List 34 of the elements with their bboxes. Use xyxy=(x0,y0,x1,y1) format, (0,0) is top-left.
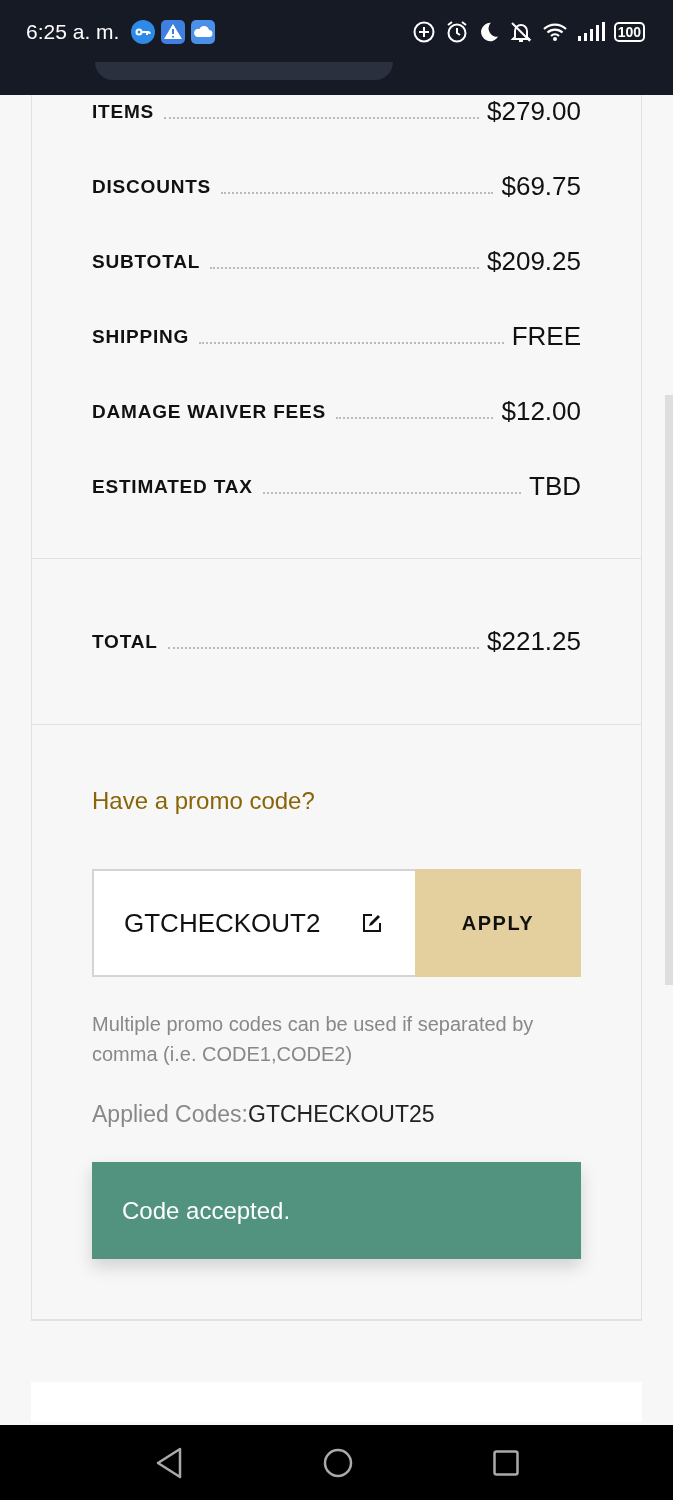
edit-icon xyxy=(361,912,383,934)
warning-icon xyxy=(161,20,186,44)
summary-value: $221.25 xyxy=(487,626,581,657)
promo-note: Multiple promo codes can be used if separated by comma (i.e. CODE1,CODE2) xyxy=(92,1012,535,1067)
recents-icon[interactable] xyxy=(492,1449,519,1476)
applied-codes-label: Applied Codes: xyxy=(92,1101,248,1127)
data-saver-icon xyxy=(411,20,436,44)
battery-icon: 100 xyxy=(613,22,645,42)
summary-value: $12.00 xyxy=(501,396,581,427)
applied-codes-value: GTCHECKOUT25 xyxy=(248,1101,435,1127)
summary-value: FREE xyxy=(511,321,581,352)
summary-label: ESTIMATED TAX xyxy=(92,476,253,499)
home-icon[interactable] xyxy=(322,1447,353,1478)
summary-label: SHIPPING xyxy=(92,326,190,349)
summary-label: TOTAL xyxy=(92,631,158,654)
summary-label: DISCOUNTS xyxy=(92,176,212,199)
wifi-icon xyxy=(541,21,568,43)
cloud-icon xyxy=(191,20,216,44)
summary-value: $209.25 xyxy=(487,246,581,277)
summary-value: $69.75 xyxy=(501,171,581,202)
toast-message: Code accepted. xyxy=(122,1196,291,1225)
summary-label: DAMAGE WAIVER FEES xyxy=(92,401,326,424)
signal-icon xyxy=(576,21,605,43)
summary-value: TBD xyxy=(529,471,581,502)
key-icon xyxy=(131,20,156,44)
promo-link[interactable]: Have a promo code? xyxy=(92,787,581,815)
status-time: 6:25 a. m. xyxy=(26,20,120,44)
summary-value: $279.00 xyxy=(487,96,581,127)
apply-button[interactable]: APPLY xyxy=(415,869,581,977)
summary-label: SUBTOTAL xyxy=(92,251,201,274)
summary-label: ITEMS xyxy=(92,101,155,124)
back-icon[interactable] xyxy=(154,1446,183,1479)
bell-off-icon xyxy=(508,20,533,44)
promo-code-field[interactable]: GTCHECKOUT2 xyxy=(92,869,415,977)
